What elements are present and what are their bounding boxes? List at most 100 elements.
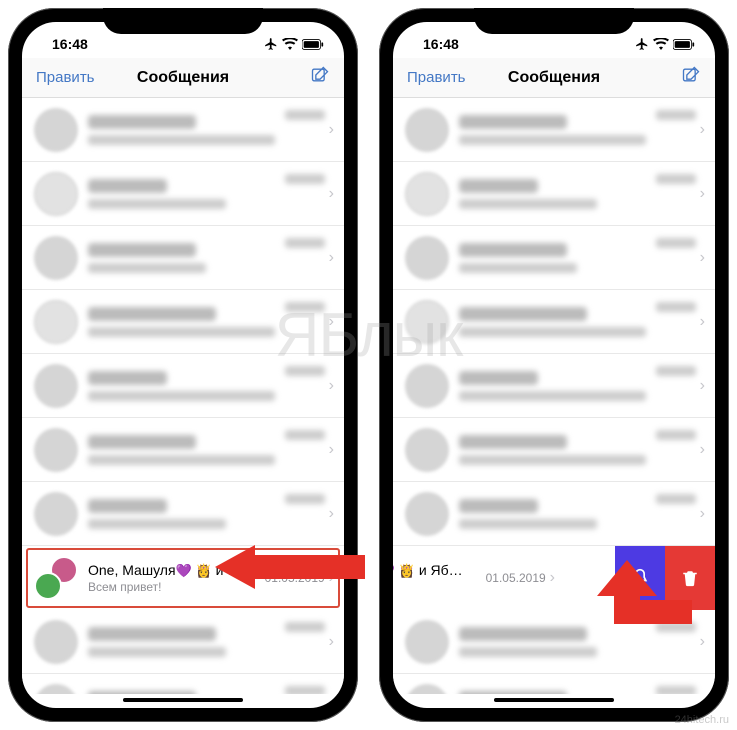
edit-button[interactable]: Править: [36, 69, 95, 86]
battery-icon: [302, 39, 324, 50]
avatar: [405, 300, 449, 344]
list-item[interactable]: ›: [393, 162, 715, 226]
chevron-right-icon: ›: [700, 505, 705, 523]
nav-title: Сообщения: [508, 69, 600, 87]
swiped-chat-row[interactable]: шуля💜 👸 и Яб… вет! 01.05.2019 ›: [393, 546, 715, 610]
chevron-right-icon: ›: [700, 249, 705, 267]
list-date: [285, 366, 325, 376]
home-indicator[interactable]: [494, 698, 614, 702]
nav-bar: Править Сообщения: [22, 58, 344, 98]
wifi-icon: [653, 38, 669, 50]
list-item[interactable]: ›: [393, 482, 715, 546]
list-text: [88, 307, 285, 337]
list-item[interactable]: ›: [393, 610, 715, 674]
avatar: [34, 492, 78, 536]
edit-button[interactable]: Править: [407, 69, 466, 86]
chat-list[interactable]: › › › › › › › One, Машуля💜 👸 и …: [22, 98, 344, 694]
chevron-right-icon: ›: [329, 185, 334, 203]
chevron-right-icon: ›: [700, 633, 705, 651]
list-date: [285, 622, 325, 632]
avatar: [34, 236, 78, 280]
list-text: [88, 115, 285, 145]
credit-text: 24hitech.ru: [675, 714, 729, 726]
compose-icon: [681, 65, 701, 85]
list-text: [88, 499, 285, 529]
chevron-right-icon: ›: [700, 441, 705, 459]
home-indicator[interactable]: [123, 698, 243, 702]
list-item[interactable]: ›: [393, 98, 715, 162]
compose-button[interactable]: [310, 65, 330, 90]
chat-list[interactable]: › › › › › › › шуля💜 👸 и Яб… вет!: [393, 98, 715, 694]
list-item[interactable]: ›: [393, 290, 715, 354]
list-text: [88, 371, 285, 401]
list-item[interactable]: ›: [22, 610, 344, 674]
chevron-right-icon: ›: [329, 377, 334, 395]
list-text: [88, 691, 285, 695]
list-item[interactable]: ›: [22, 290, 344, 354]
list-item[interactable]: ›: [393, 418, 715, 482]
compose-icon: [310, 65, 330, 85]
list-date: [285, 302, 325, 312]
airplane-icon: [635, 37, 649, 51]
list-date: [285, 110, 325, 120]
avatar: [34, 428, 78, 472]
list-item[interactable]: ›: [22, 482, 344, 546]
list-text: [88, 179, 285, 209]
wifi-icon: [282, 38, 298, 50]
phone-left: 16:48 Править Сообщения › › › › ›: [8, 8, 358, 722]
list-item[interactable]: ›: [393, 354, 715, 418]
list-item[interactable]: ›: [22, 226, 344, 290]
mute-icon: [630, 568, 650, 588]
battery-icon: [673, 39, 695, 50]
nav-bar: Править Сообщения: [393, 58, 715, 98]
status-time: 16:48: [52, 36, 88, 52]
chevron-right-icon: ›: [329, 569, 334, 587]
avatar: [34, 364, 78, 408]
highlighted-chat-row[interactable]: One, Машуля💜 👸 и … Всем привет! 01.05.20…: [22, 546, 344, 610]
chat-name: One, Машуля💜 👸 и …: [88, 562, 259, 579]
list-text: [88, 435, 285, 465]
chevron-right-icon: ›: [700, 185, 705, 203]
avatar: [405, 108, 449, 152]
avatar: [405, 428, 449, 472]
mute-button[interactable]: [615, 546, 665, 610]
list-item[interactable]: ›: [22, 418, 344, 482]
chevron-right-icon: ›: [329, 121, 334, 139]
list-item[interactable]: ›: [393, 674, 715, 694]
avatar: [405, 364, 449, 408]
avatar: [34, 108, 78, 152]
notch: [103, 8, 263, 34]
chat-preview: Всем привет!: [88, 580, 259, 594]
list-text: [88, 243, 285, 273]
avatar: [34, 172, 78, 216]
list-item[interactable]: ›: [22, 98, 344, 162]
avatar: [405, 236, 449, 280]
screen-left: 16:48 Править Сообщения › › › › ›: [22, 22, 344, 708]
trash-icon: [681, 568, 699, 588]
purple-heart-icon: 💜: [176, 563, 192, 578]
avatar: [34, 620, 78, 664]
list-item[interactable]: ›: [22, 674, 344, 694]
chevron-right-icon: ›: [329, 313, 334, 331]
nav-title: Сообщения: [137, 69, 229, 87]
chevron-right-icon: ›: [550, 569, 555, 587]
chevron-right-icon: ›: [329, 633, 334, 651]
chevron-right-icon: ›: [329, 505, 334, 523]
avatar: [405, 492, 449, 536]
chevron-right-icon: ›: [329, 249, 334, 267]
list-item[interactable]: ›: [393, 226, 715, 290]
compose-button[interactable]: [681, 65, 701, 90]
airplane-icon: [264, 37, 278, 51]
status-time: 16:48: [423, 36, 459, 52]
status-icons: [635, 37, 695, 51]
princess-icon: 👸: [399, 563, 415, 578]
list-date: [285, 238, 325, 248]
list-date: [285, 494, 325, 504]
delete-button[interactable]: [665, 546, 715, 610]
list-item[interactable]: ›: [22, 354, 344, 418]
avatar: [405, 172, 449, 216]
list-item[interactable]: ›: [22, 162, 344, 226]
list-date: [285, 174, 325, 184]
chevron-right-icon: ›: [329, 441, 334, 459]
status-icons: [264, 37, 324, 51]
